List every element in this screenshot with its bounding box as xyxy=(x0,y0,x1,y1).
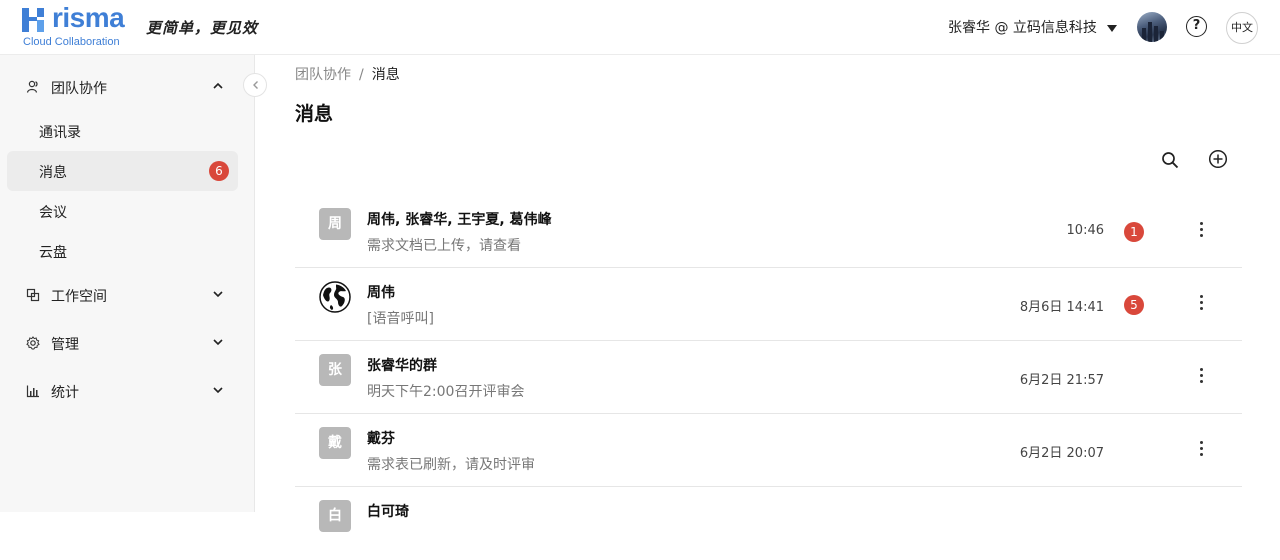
main-content: 团队协作 / 消息 消息 周 周伟, 张睿华, 王宇夏, 葛伟峰 需求文档已上传，请… xyxy=(255,55,1280,532)
logo-mark-icon xyxy=(22,8,44,32)
search-icon[interactable] xyxy=(1161,151,1179,169)
last-message-preview: 需求表已刷新，请及时评审 xyxy=(367,457,535,473)
gear-icon xyxy=(26,336,40,350)
slogan: 更简单，更见效 xyxy=(146,19,259,37)
last-message-preview: 需求文档已上传，请查看 xyxy=(367,238,521,254)
help-icon: ? xyxy=(1192,18,1201,33)
sidebar-group-label: 统计 xyxy=(51,385,79,401)
logo-wordmark: risma xyxy=(52,2,125,33)
breadcrumb-parent[interactable]: 团队协作 xyxy=(295,67,351,83)
message-time: 6月2日 21:57 xyxy=(1019,373,1104,388)
conversation-title: 周伟 xyxy=(367,285,395,301)
user-org-label: 张睿华 @ 立码信息科技 xyxy=(948,20,1097,36)
message-time: 10:46 xyxy=(1066,223,1104,238)
user-org-menu[interactable]: 张睿华 @ 立码信息科技 xyxy=(948,16,1117,38)
conversation-title: 白可琦 xyxy=(367,504,409,520)
sidebar-item-meetings[interactable]: 会议 xyxy=(7,191,238,231)
conversation-title: 周伟, 张睿华, 王宇夏, 葛伟峰 xyxy=(367,212,552,228)
more-vertical-icon[interactable] xyxy=(1191,219,1211,241)
conversation-title: 戴芬 xyxy=(367,431,395,447)
breadcrumb-current: 消息 xyxy=(371,67,400,83)
sidebar-group-workspace[interactable]: 工作空间 xyxy=(0,280,255,310)
message-row[interactable]: 周 周伟, 张睿华, 王宇夏, 葛伟峰 需求文档已上传，请查看 10:46 1 xyxy=(295,195,1242,268)
add-circle-icon[interactable] xyxy=(1208,149,1228,169)
sidebar-group-stats[interactable]: 统计 xyxy=(0,376,255,406)
chevron-down-icon xyxy=(213,387,223,394)
bar-chart-icon xyxy=(26,385,39,398)
conversation-avatar: 张 xyxy=(319,354,351,386)
page-title: 消息 xyxy=(295,103,334,125)
conversation-avatar: 白 xyxy=(319,500,351,532)
more-vertical-icon[interactable] xyxy=(1191,292,1211,314)
sidebar-collapse-button[interactable] xyxy=(243,73,267,97)
team-icon xyxy=(26,80,38,93)
last-message-preview: [语音呼叫] xyxy=(367,311,434,327)
more-vertical-icon[interactable] xyxy=(1191,365,1211,387)
sidebar-item-label: 通讯录 xyxy=(39,125,81,141)
conversation-title: 张睿华的群 xyxy=(367,358,437,374)
message-row[interactable]: 白 白可琦 xyxy=(295,487,1242,560)
last-message-preview: 明天下午2:00召开评审会 xyxy=(367,384,525,400)
sidebar-item-contacts[interactable]: 通讯录 xyxy=(7,111,238,151)
breadcrumb-separator: / xyxy=(359,67,364,83)
sidebar-item-cloud-drive[interactable]: 云盘 xyxy=(7,231,238,271)
message-time: 6月2日 20:07 xyxy=(1019,446,1104,461)
conversation-avatar: 周 xyxy=(319,208,351,240)
chevron-up-icon xyxy=(213,82,223,89)
unread-count-badge: 6 xyxy=(209,161,229,181)
sidebar-group-team[interactable]: 团队协作 xyxy=(0,72,255,102)
message-row[interactable]: 张 张睿华的群 明天下午2:00召开评审会 6月2日 21:57 xyxy=(295,341,1242,414)
more-vertical-icon[interactable] xyxy=(1191,438,1211,460)
message-row[interactable]: 周伟 [语音呼叫] 8月6日 14:41 5 xyxy=(295,268,1242,341)
caret-down-icon xyxy=(1106,24,1117,32)
sidebar-group-admin[interactable]: 管理 xyxy=(0,328,255,358)
chevron-left-icon xyxy=(253,81,258,89)
sidebar-item-label: 消息 xyxy=(39,165,67,181)
help-button[interactable]: ? xyxy=(1186,16,1207,37)
logo-subtitle: Cloud Collaboration xyxy=(23,36,120,48)
language-switch-button[interactable]: 中文 xyxy=(1226,12,1258,44)
message-time: 8月6日 14:41 xyxy=(1019,300,1104,315)
sidebar-group-label: 团队协作 xyxy=(51,81,107,97)
user-avatar[interactable] xyxy=(1137,12,1167,42)
sidebar: 团队协作 通讯录 消息 6 会议 云盘 工作空间 管理 统计 xyxy=(0,55,255,512)
unread-count-badge: 1 xyxy=(1124,222,1144,242)
sidebar-item-label: 会议 xyxy=(39,205,67,221)
globe-icon xyxy=(319,281,351,313)
message-row[interactable]: 戴 戴芬 需求表已刷新，请及时评审 6月2日 20:07 xyxy=(295,414,1242,487)
chevron-down-icon xyxy=(213,291,223,298)
risma-logo[interactable]: risma Cloud Collaboration xyxy=(22,2,132,50)
breadcrumb: 团队协作 / 消息 xyxy=(295,64,400,84)
workspace-icon xyxy=(26,288,40,302)
sidebar-group-label: 管理 xyxy=(51,337,79,353)
sidebar-item-messages[interactable]: 消息 6 xyxy=(7,151,238,191)
sidebar-item-label: 云盘 xyxy=(39,245,67,261)
message-list: 周 周伟, 张睿华, 王宇夏, 葛伟峰 需求文档已上传，请查看 10:46 1 … xyxy=(295,195,1242,560)
sidebar-group-label: 工作空间 xyxy=(51,289,107,305)
unread-count-badge: 5 xyxy=(1124,295,1144,315)
conversation-avatar: 戴 xyxy=(319,427,351,459)
chevron-down-icon xyxy=(213,339,223,346)
top-header: risma Cloud Collaboration 更简单，更见效 张睿华 @ … xyxy=(0,0,1280,55)
